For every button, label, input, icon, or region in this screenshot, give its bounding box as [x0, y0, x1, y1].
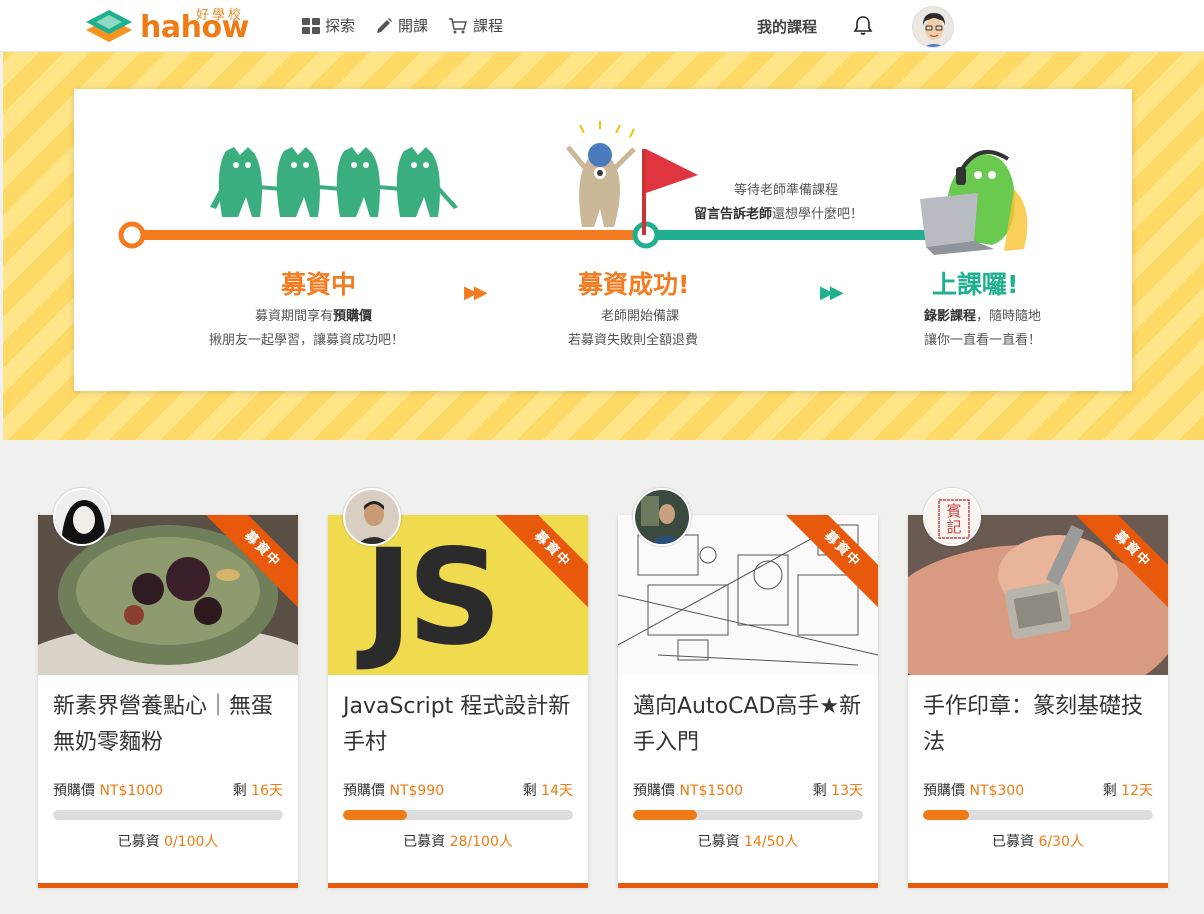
course-title[interactable]: 手作印章：篆刻基礎技法	[923, 689, 1159, 761]
logo-subtitle: 好學校	[196, 8, 245, 23]
progress-fill	[923, 810, 969, 820]
js-logo-text: JS	[364, 521, 502, 675]
wait-line2: 留言告訴老師還想學什麼吧！	[694, 207, 864, 222]
user-avatar-image	[913, 7, 953, 47]
logo-mark-icon	[86, 10, 132, 42]
days-remaining: 剩 13天	[812, 783, 863, 799]
price-row: 預購價 NT$1500 剩 13天	[633, 780, 863, 800]
stage1-line2: 揪朋友一起學習，讓募資成功吧！	[209, 333, 405, 348]
course-title[interactable]: 邁向AutoCAD高手★新手入門	[633, 689, 869, 761]
price-value: NT$1000	[99, 783, 164, 799]
teacher-avatar[interactable]	[53, 488, 111, 546]
pencil-icon	[377, 17, 393, 33]
price-value: NT$1500	[679, 783, 744, 799]
seal-text: 賓記	[946, 502, 962, 536]
stage1-line1: 募資期間享有預購價	[255, 309, 373, 324]
top-header: hahow 好學校 探索 開課 課程 我的課程	[0, 0, 1204, 52]
funding-progress-bar	[53, 810, 283, 820]
funding-progress-bar	[923, 810, 1153, 820]
stage3-line1: 錄影課程，隨時隨地	[924, 309, 1042, 324]
nav-courses[interactable]: 課程	[448, 15, 503, 36]
main-nav: 探索 開課 課程	[302, 15, 503, 36]
funding-progress-bar	[633, 810, 863, 820]
progress-fill	[633, 810, 698, 820]
teacher-avatar[interactable]	[343, 488, 401, 546]
progress-fill	[343, 810, 408, 820]
course-card[interactable]: JS 募資中 JavaScript 程式設計新手村 預購價 NT$990 剩 1…	[328, 488, 588, 888]
nav-courses-label: 課程	[473, 17, 504, 35]
nav-explore-label: 探索	[325, 17, 356, 35]
stage2-title: 募資成功!	[578, 270, 690, 299]
course-card[interactable]: 募資中 新素界營養點心｜無蛋無奶零麵粉 預購價 NT$1000 剩 16天 已募…	[38, 488, 298, 888]
raised-count: 已募資 14/50人	[697, 834, 799, 850]
stage3-line2: 讓你一直看一直看！	[924, 333, 1042, 348]
grid-icon	[302, 17, 320, 34]
nav-explore[interactable]: 探索	[302, 15, 355, 36]
my-courses-link[interactable]: 我的課程	[757, 16, 817, 37]
price-label: 預購價	[633, 783, 675, 799]
price-value: NT$300	[969, 783, 1025, 799]
stage2-line1: 老師開始備課	[601, 309, 680, 324]
raised-count: 已募資 28/100人	[403, 834, 513, 850]
user-avatar[interactable]	[912, 6, 954, 48]
price-value: NT$990	[389, 783, 445, 799]
price-row: 預購價 NT$990 剩 14天	[343, 780, 573, 800]
course-card[interactable]: 募資中 邁向AutoCAD高手★新手入門 預購價 NT$1500 剩 13天 已…	[618, 488, 878, 888]
stage2-line2: 若募資失敗則全額退費	[568, 333, 699, 348]
nav-create-course[interactable]: 開課	[375, 15, 428, 36]
teacher-avatar[interactable]	[633, 488, 691, 546]
days-remaining: 剩 12天	[1102, 783, 1153, 799]
price-label: 預購價	[53, 783, 95, 799]
arrow-green: ▶▶	[820, 282, 844, 303]
raised-count: 已募資 6/30人	[992, 834, 1084, 850]
bell-icon[interactable]	[852, 14, 874, 36]
price-label: 預購價	[343, 783, 385, 799]
price-label: 預購價	[923, 783, 965, 799]
hero-banner: 募資中 募資期間享有預購價 揪朋友一起學習，讓募資成功吧！ ▶▶ 募資成功! 老…	[3, 52, 1204, 440]
hahow-logo[interactable]: hahow 好學校	[82, 4, 254, 48]
teacher-avatar[interactable]: 賓記	[923, 488, 981, 546]
course-title[interactable]: 新素界營養點心｜無蛋無奶零麵粉	[53, 689, 289, 761]
funding-progress-bar	[343, 810, 573, 820]
wait-line1: 等待老師準備課程	[734, 183, 839, 198]
crowdfunding-process-card: 募資中 募資期間享有預購價 揪朋友一起學習，讓募資成功吧！ ▶▶ 募資成功! 老…	[74, 89, 1132, 391]
cart-icon	[449, 17, 468, 33]
raised-count: 已募資 0/100人	[117, 834, 219, 850]
course-card[interactable]: 募資中 賓記 手作印章：篆刻基礎技法 預購價 NT$300 剩 12天 已募資 …	[908, 488, 1168, 888]
days-remaining: 剩 14天	[522, 783, 573, 799]
price-row: 預購價 NT$1000 剩 16天	[53, 780, 283, 800]
stage3-title: 上課囉!	[932, 270, 1019, 299]
days-remaining: 剩 16天	[232, 783, 283, 799]
arrow-orange: ▶▶	[464, 282, 488, 303]
status-ribbon: 募資中	[491, 515, 588, 611]
course-title[interactable]: JavaScript 程式設計新手村	[343, 689, 579, 761]
stage1-title: 募資中	[281, 270, 357, 299]
price-row: 預購價 NT$300 剩 12天	[923, 780, 1153, 800]
nav-create-label: 開課	[398, 17, 429, 35]
